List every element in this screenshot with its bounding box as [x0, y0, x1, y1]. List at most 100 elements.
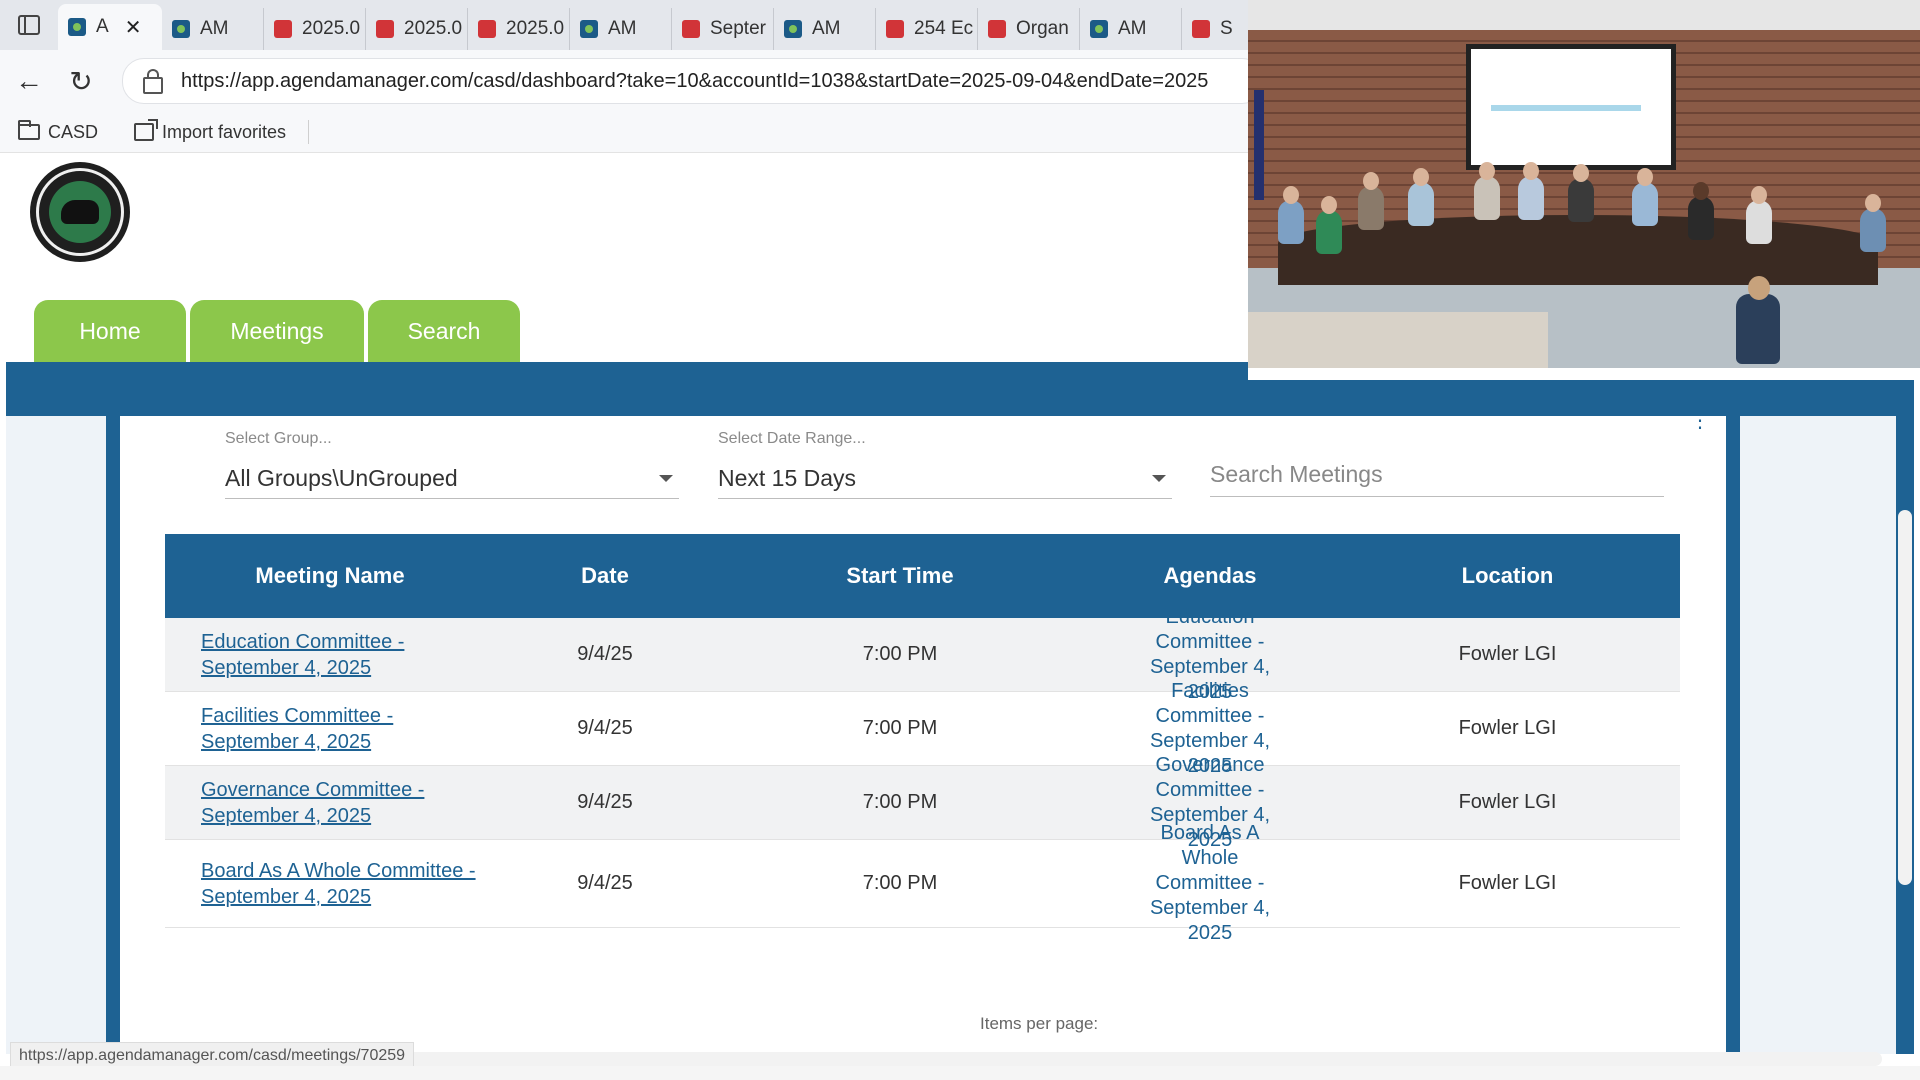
agenda-link[interactable]: Board As A Whole Committee - September 4… [1085, 821, 1335, 946]
video-person [1408, 182, 1434, 226]
reload-icon: ↻ [69, 65, 93, 97]
url-text: https://app.agendamanager.com/casd/dashb… [181, 69, 1209, 92]
tab-title: 2025.0 [404, 18, 463, 39]
meetings-table: Meeting Name Date Start Time Agendas Loc… [165, 534, 1680, 944]
browser-tab[interactable]: 254 Ec [876, 8, 978, 50]
meeting-video-overlay[interactable] [1248, 0, 1920, 380]
browser-tab[interactable]: AM [570, 8, 672, 50]
pdf-icon [988, 20, 1006, 38]
browser-tab[interactable]: AM [1080, 8, 1182, 50]
video-person-head [1748, 276, 1770, 300]
header-start-time[interactable]: Start Time [715, 563, 1085, 589]
browser-tab[interactable]: AM [162, 8, 264, 50]
browser-tab[interactable]: Septer [672, 8, 774, 50]
school-district-logo[interactable] [30, 162, 130, 262]
header-date[interactable]: Date [495, 563, 715, 589]
header-agendas[interactable]: Agendas [1085, 563, 1335, 589]
video-person [1746, 200, 1772, 244]
tab-actions-button[interactable] [0, 0, 58, 50]
agendamanager-favicon-icon [580, 20, 598, 38]
content-frame-left [106, 416, 120, 1054]
browser-tab[interactable]: AM [774, 8, 876, 50]
browser-tab-active[interactable]: A ✕ [58, 4, 162, 50]
import-favorites-button[interactable]: Import favorites [134, 119, 304, 143]
browser-tab[interactable]: Organ [978, 8, 1080, 50]
date-range-select[interactable]: Next 15 Days [718, 458, 1172, 499]
agendamanager-favicon-icon [784, 20, 802, 38]
nav-home[interactable]: Home [34, 300, 186, 362]
favorite-casd[interactable]: CASD [18, 120, 116, 143]
video-person-head [1751, 186, 1767, 204]
import-icon [134, 119, 159, 141]
meeting-name-link[interactable]: Governance Committee - September 4, 2025 [201, 777, 495, 829]
close-tab-icon[interactable]: ✕ [125, 15, 142, 40]
nav-search[interactable]: Search [368, 300, 520, 362]
agendamanager-favicon-icon [1090, 20, 1108, 38]
browser-tab[interactable]: 2025.0 [264, 8, 366, 50]
back-button[interactable]: ← [6, 58, 52, 104]
meeting-start-time: 7:00 PM [862, 643, 938, 665]
tab-title: 2025.0 [302, 18, 361, 39]
video-person [1358, 186, 1384, 230]
tab-title: 2025.0 [506, 18, 565, 39]
browser-tab[interactable]: 2025.0 [366, 8, 468, 50]
meeting-name-link[interactable]: Board As A Whole Committee - September 4… [201, 858, 495, 910]
header-meeting-name[interactable]: Meeting Name [165, 563, 495, 589]
date-range-value: Next 15 Days [718, 464, 857, 491]
pdf-icon [682, 20, 700, 38]
back-arrow-icon: ← [15, 65, 43, 96]
video-person-head [1573, 164, 1589, 182]
meeting-start-time: 7:00 PM [862, 791, 938, 813]
pdf-icon [478, 20, 496, 38]
more-options-icon[interactable]: ⋮ [1690, 411, 1710, 432]
url-field[interactable]: https://app.agendamanager.com/casd/dashb… [122, 58, 1264, 104]
meeting-start-time: 7:00 PM [862, 717, 938, 739]
favorite-label: CASD [48, 121, 99, 142]
search-meetings-input[interactable]: Search Meetings [1210, 452, 1664, 497]
tab-actions-icon [18, 15, 40, 35]
video-flag [1254, 90, 1264, 200]
header-location[interactable]: Location [1335, 563, 1680, 589]
reload-button[interactable]: ↻ [58, 58, 104, 104]
date-range-filter: Select Date Range... Next 15 Days [718, 430, 1172, 499]
table-row: Education Committee - September 4, 2025 … [165, 606, 1680, 703]
browser-tab[interactable]: 2025.0 [468, 8, 570, 50]
pdf-icon [886, 20, 904, 38]
lock-icon [143, 68, 163, 94]
items-per-page-label: Items per page: [980, 1014, 1099, 1033]
tab-title: Septer [710, 18, 766, 39]
agendamanager-favicon-icon [68, 18, 86, 36]
tab-title: Organ [1016, 18, 1069, 39]
group-select[interactable]: All Groups\UnGrouped [225, 458, 679, 499]
group-select-value: All Groups\UnGrouped [225, 464, 458, 491]
band-accent [118, 408, 246, 416]
video-person-head [1865, 194, 1881, 212]
meeting-date: 9/4/25 [577, 643, 633, 665]
browser-tab[interactable]: S [1182, 8, 1242, 50]
video-person-head [1283, 186, 1299, 204]
video-person [1736, 294, 1780, 364]
group-filter-label: Select Group... [225, 430, 332, 447]
video-person-head [1479, 162, 1495, 180]
video-person [1688, 196, 1714, 240]
favorites-bar: CASD Import favorites [0, 112, 1248, 153]
meeting-date: 9/4/25 [577, 791, 633, 813]
nav-meetings[interactable]: Meetings [190, 300, 364, 362]
video-person-head [1363, 172, 1379, 190]
meeting-date: 9/4/25 [577, 717, 633, 739]
video-ceiling [1248, 0, 1920, 32]
meeting-name-link[interactable]: Education Committee - September 4, 2025 [201, 629, 495, 681]
meeting-location: Fowler LGI [1458, 791, 1557, 813]
table-header: Meeting Name Date Start Time Agendas Loc… [165, 534, 1680, 618]
video-person-head [1693, 182, 1709, 200]
content-frame-right [1726, 416, 1740, 1054]
agendamanager-favicon-icon [172, 20, 190, 38]
table-row: Governance Committee - September 4, 2025… [165, 754, 1680, 851]
video-person [1278, 200, 1304, 244]
meeting-name-link[interactable]: Facilities Committee - September 4, 2025 [201, 703, 495, 755]
group-filter: Select Group... All Groups\UnGrouped [225, 430, 679, 499]
favorites-divider [308, 120, 310, 144]
table-row: Board As A Whole Committee - September 4… [165, 822, 1680, 944]
tab-title: A [96, 16, 109, 37]
vertical-scrollbar[interactable] [1898, 510, 1912, 885]
